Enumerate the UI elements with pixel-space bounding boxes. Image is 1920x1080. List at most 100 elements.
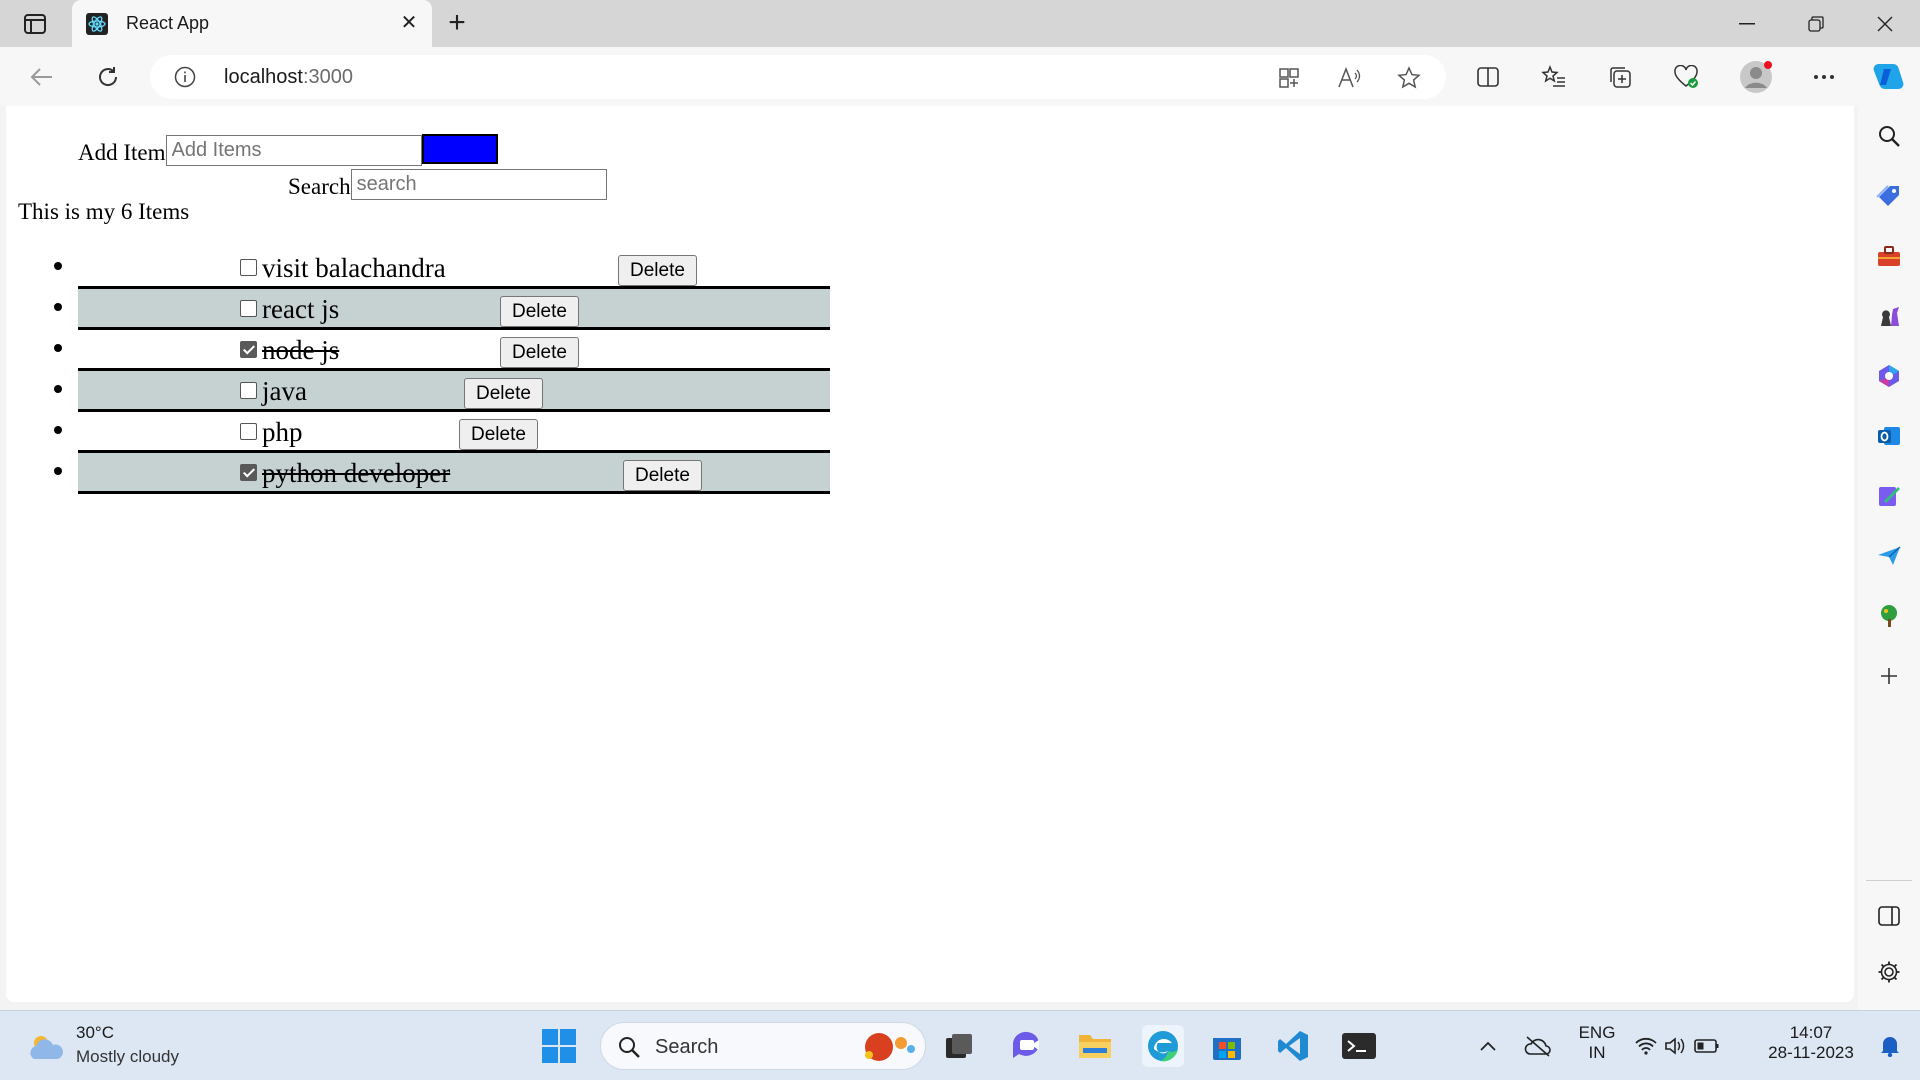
back-button[interactable] [24,59,60,95]
item-checkbox[interactable] [240,423,257,440]
minimize-button[interactable] [1712,0,1782,47]
chess-piece-icon [1881,307,1899,326]
battery-icon [1694,1039,1719,1053]
browser-essentials-button[interactable] [1668,59,1704,95]
sidebar-settings-button[interactable] [1873,956,1905,988]
title-bar: React App ✕ + [0,0,1920,47]
file-explorer-button[interactable] [1074,1025,1116,1067]
tab-actions-icon [24,14,46,34]
item-checkbox[interactable] [240,259,257,276]
onedrive-button[interactable] [1518,1025,1558,1067]
taskbar-search[interactable]: Search [600,1022,926,1070]
search-input[interactable] [350,169,607,200]
vscode-icon [1278,1031,1308,1061]
address-bar[interactable]: localhost:3000 [150,55,1446,99]
sidebar-tree-button[interactable] [1873,600,1905,632]
notifications-button[interactable] [1872,1025,1908,1067]
site-info-icon[interactable] [174,66,196,88]
search-label: Search [288,174,351,199]
url-host: localhost [224,66,303,88]
add-item-button[interactable] [421,134,498,164]
read-aloud-icon[interactable] [1336,65,1362,91]
quick-settings-button[interactable] [1632,1025,1722,1067]
folder-icon [1079,1035,1111,1058]
sidebar-m365-button[interactable] [1873,360,1905,392]
item-checkbox-checked[interactable] [240,341,257,358]
app-available-icon[interactable] [1276,65,1302,91]
sidebar-designer-button[interactable] [1873,480,1905,512]
navigation-bar: localhost:3000 [0,47,1920,106]
refresh-button[interactable] [90,59,126,95]
bullet-icon [54,303,62,311]
windows-taskbar: 30°C Mostly cloudy Search ENG IN 14:07 2… [0,1010,1920,1080]
list-item: java Delete [54,371,830,412]
copilot-button[interactable] [1868,57,1908,97]
restore-button[interactable] [1781,0,1851,47]
delete-button[interactable]: Delete [459,419,538,450]
language-indicator[interactable]: ENG IN [1574,1023,1620,1063]
delete-button[interactable]: Delete [500,337,579,368]
sidebar-outlook-button[interactable] [1873,420,1905,452]
taskbar-search-label: Search [655,1036,719,1058]
bullet-icon [54,467,62,475]
edge-logo-icon [1148,1031,1178,1062]
url-text[interactable]: localhost:3000 [224,66,353,89]
task-view-button[interactable] [938,1025,980,1067]
item-checkbox[interactable] [240,300,257,317]
heart-pulse-icon [1674,65,1698,88]
gear-icon [1878,961,1900,983]
item-checkbox[interactable] [240,382,257,399]
favorites-list-icon [1541,65,1565,87]
collections-button[interactable] [1602,59,1638,95]
sidebar-shopping-button[interactable] [1873,180,1905,212]
list-item: react js Delete [54,289,830,330]
tab-close-icon[interactable]: ✕ [398,12,420,34]
list-item: visit balachandra Delete [54,248,830,289]
minimize-icon [1739,22,1755,24]
delete-button[interactable]: Delete [464,378,543,409]
add-item-form: Add Item [78,132,498,166]
sidebar-search-button[interactable] [1873,120,1905,152]
cloud-offline-icon [1524,1036,1551,1057]
item-count-text: This is my 6 Items [18,199,190,224]
terminal-icon [1342,1033,1376,1059]
item-text: node js [262,335,340,365]
start-button[interactable] [538,1025,580,1067]
search-icon [619,1037,640,1058]
clock[interactable]: 14:07 28-11-2023 [1756,1023,1866,1063]
favorite-star-icon[interactable] [1396,65,1422,91]
sidebar-add-button[interactable] [1873,660,1905,692]
url-port: :3000 [302,66,353,88]
item-text: react js [262,294,340,324]
tab-actions-button[interactable] [18,10,52,38]
microsoft-365-icon [1879,365,1899,387]
add-item-input[interactable] [165,135,422,166]
profile-button[interactable] [1736,57,1776,97]
browser-tab[interactable]: React App ✕ [72,0,432,47]
more-menu-button[interactable] [1806,59,1842,95]
hide-sidebar-button[interactable] [1873,900,1905,932]
favorites-button[interactable] [1536,59,1572,95]
chevron-up-icon [1480,1041,1496,1051]
terminal-button[interactable] [1338,1025,1380,1067]
delete-button[interactable]: Delete [623,460,702,491]
vscode-button[interactable] [1272,1025,1314,1067]
delete-button[interactable]: Delete [618,255,697,286]
item-checkbox-checked[interactable] [240,464,257,481]
close-window-button[interactable] [1850,0,1920,47]
sidebar-games-button[interactable] [1873,300,1905,332]
show-hidden-icons-button[interactable] [1470,1025,1506,1067]
microsoft-store-button[interactable] [1206,1025,1248,1067]
bullet-icon [54,344,62,352]
new-tab-button[interactable]: + [442,8,472,39]
edge-browser-button[interactable] [1142,1025,1184,1067]
sidebar-send-button[interactable] [1873,540,1905,572]
split-screen-button[interactable] [1470,59,1506,95]
weather-widget[interactable]: 30°C Mostly cloudy [24,1021,204,1071]
search-highlight-icon [865,1033,915,1061]
delete-button[interactable]: Delete [500,296,579,327]
sidebar-tools-button[interactable] [1873,240,1905,272]
more-dots-icon [1814,75,1834,79]
clock-date: 28-11-2023 [1768,1043,1854,1062]
teams-chat-button[interactable] [1006,1025,1048,1067]
